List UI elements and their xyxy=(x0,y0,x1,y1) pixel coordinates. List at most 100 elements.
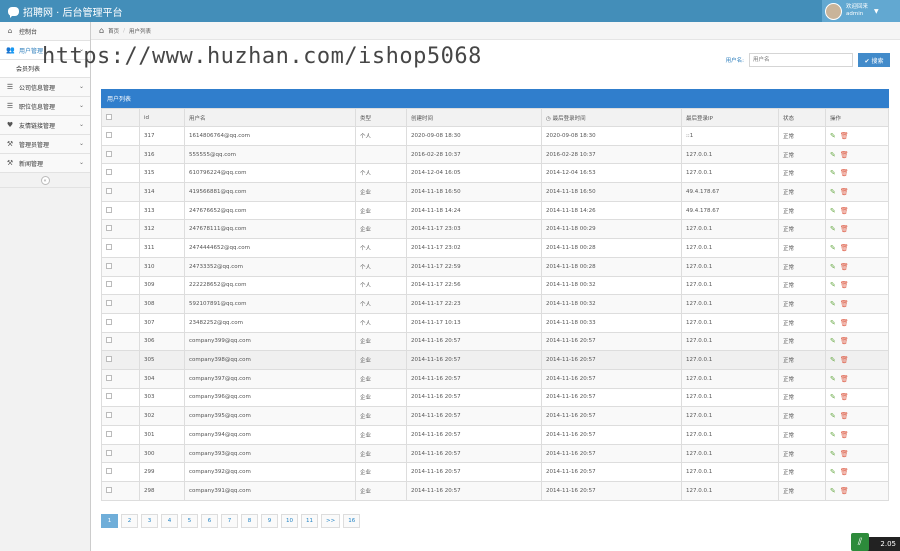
col-last-login[interactable]: ◷ 最后登录时间 xyxy=(541,108,682,127)
table-row[interactable]: 309 222228652@qq.com 个人 2014-11-17 22:56 201… xyxy=(101,275,889,296)
table-row[interactable]: 306 company399@qq.com 企业 2014-11-16 20:57 20… xyxy=(101,331,889,352)
select-all-checkbox[interactable] xyxy=(106,113,112,120)
pencil-icon[interactable]: ✎ xyxy=(830,468,836,476)
row-checkbox[interactable] xyxy=(106,449,112,456)
row-select-cell[interactable] xyxy=(101,238,140,258)
trash-icon[interactable]: 🗑 xyxy=(840,151,849,159)
trash-icon[interactable]: 🗑 xyxy=(840,263,849,271)
page-link[interactable]: 2 xyxy=(121,514,138,528)
trash-icon[interactable]: 🗑 xyxy=(840,487,849,495)
row-checkbox[interactable] xyxy=(106,243,112,250)
sidebar-item-admins[interactable]: ⚒ 管理员管理 ⌄ xyxy=(0,135,90,154)
row-select-cell[interactable] xyxy=(101,443,140,464)
table-row[interactable]: 301 company394@qq.com 企业 2014-11-16 20:57 20… xyxy=(101,425,889,445)
pencil-icon[interactable]: ✎ xyxy=(830,225,836,233)
row-checkbox[interactable] xyxy=(106,430,112,437)
row-checkbox[interactable] xyxy=(106,300,112,307)
trash-icon[interactable]: 🗑 xyxy=(840,319,849,327)
trash-icon[interactable]: 🗑 xyxy=(840,188,849,196)
row-checkbox[interactable] xyxy=(106,131,112,138)
table-row[interactable]: 314 419566881@qq.com 企业 2014-11-18 16:50 201… xyxy=(101,182,889,202)
row-select-cell[interactable] xyxy=(101,368,140,389)
pencil-icon[interactable]: ✎ xyxy=(830,281,836,289)
table-row[interactable]: 312 247678111@qq.com 企业 2014-11-17 23:03 201… xyxy=(101,219,889,240)
row-select-cell[interactable] xyxy=(101,387,140,408)
trash-icon[interactable]: 🗑 xyxy=(840,169,849,177)
page-link[interactable]: 11 xyxy=(301,514,318,528)
page-link[interactable]: 4 xyxy=(161,514,178,528)
pencil-icon[interactable]: ✎ xyxy=(830,244,836,252)
trash-icon[interactable]: 🗑 xyxy=(840,412,849,420)
table-row[interactable]: 299 company392@qq.com 企业 2014-11-16 20:57 20… xyxy=(101,462,889,483)
pencil-icon[interactable]: ✎ xyxy=(830,151,836,159)
search-button[interactable]: ✔ 搜索 xyxy=(858,53,890,67)
row-select-cell[interactable] xyxy=(101,200,140,221)
table-row[interactable]: 298 company391@qq.com 企业 2014-11-16 20:57 20… xyxy=(101,481,889,501)
row-checkbox[interactable] xyxy=(106,281,112,288)
row-checkbox[interactable] xyxy=(106,356,112,363)
table-row[interactable]: 300 company393@qq.com 企业 2014-11-16 20:57 20… xyxy=(101,443,889,464)
table-row[interactable]: 313 247676652@qq.com 企业 2014-11-18 14:24 201… xyxy=(101,200,889,221)
page-link[interactable]: 8 xyxy=(241,514,258,528)
pencil-icon[interactable]: ✎ xyxy=(830,393,836,401)
table-row[interactable]: 307 23482252@qq.com 个人 2014-11-17 10:13 2014… xyxy=(101,312,889,333)
trash-icon[interactable]: 🗑 xyxy=(840,450,849,458)
page-link[interactable]: 16 xyxy=(343,514,361,528)
pencil-icon[interactable]: ✎ xyxy=(830,356,836,364)
row-checkbox[interactable] xyxy=(106,169,112,176)
trash-icon[interactable]: 🗑 xyxy=(840,300,849,308)
row-select-cell[interactable] xyxy=(101,294,140,314)
row-checkbox[interactable] xyxy=(106,337,112,344)
user-menu[interactable]: 欢迎回来 admin ▼ xyxy=(822,0,900,22)
row-select-cell[interactable] xyxy=(101,144,140,165)
row-select-cell[interactable] xyxy=(101,182,140,202)
breadcrumb-home[interactable]: 首页 xyxy=(108,27,119,35)
row-checkbox[interactable] xyxy=(106,412,112,419)
row-select-cell[interactable] xyxy=(101,462,140,483)
table-row[interactable]: 304 company397@qq.com 企业 2014-11-16 20:57 20… xyxy=(101,368,889,389)
pencil-icon[interactable]: ✎ xyxy=(830,487,836,495)
search-input[interactable] xyxy=(749,53,853,67)
trash-icon[interactable]: 🗑 xyxy=(840,132,849,140)
brand[interactable]: 招聘网 · 后台管理平台 xyxy=(8,4,123,19)
trash-icon[interactable]: 🗑 xyxy=(840,207,849,215)
row-select-cell[interactable] xyxy=(101,406,140,426)
trash-icon[interactable]: 🗑 xyxy=(840,431,849,439)
row-checkbox[interactable] xyxy=(106,150,112,157)
row-checkbox[interactable] xyxy=(106,318,112,325)
page-link[interactable]: 1 xyxy=(101,514,118,528)
select-all-cell[interactable] xyxy=(101,108,140,127)
row-checkbox[interactable] xyxy=(106,206,112,213)
trash-icon[interactable]: 🗑 xyxy=(840,375,849,383)
trash-icon[interactable]: 🗑 xyxy=(840,225,849,233)
table-row[interactable]: 308 592107891@qq.com 个人 2014-11-17 22:23 201… xyxy=(101,294,889,314)
row-checkbox[interactable] xyxy=(106,262,112,269)
pencil-icon[interactable]: ✎ xyxy=(830,450,836,458)
page-link[interactable]: 7 xyxy=(221,514,238,528)
trash-icon[interactable]: 🗑 xyxy=(840,244,849,252)
pencil-icon[interactable]: ✎ xyxy=(830,319,836,327)
row-checkbox[interactable] xyxy=(106,225,112,232)
row-checkbox[interactable] xyxy=(106,393,112,400)
row-checkbox[interactable] xyxy=(106,187,112,194)
pencil-icon[interactable]: ✎ xyxy=(830,207,836,215)
row-select-cell[interactable] xyxy=(101,126,140,146)
table-row[interactable]: 302 company395@qq.com 企业 2014-11-16 20:57 20… xyxy=(101,406,889,426)
trash-icon[interactable]: 🗑 xyxy=(840,281,849,289)
sidebar-item-links[interactable]: ♥ 友情链接管理 ⌄ xyxy=(0,116,90,135)
table-row[interactable]: 315 610796224@qq.com 个人 2014-12-04 16:05 201… xyxy=(101,163,889,184)
pencil-icon[interactable]: ✎ xyxy=(830,431,836,439)
page-link[interactable]: 6 xyxy=(201,514,218,528)
pencil-icon[interactable]: ✎ xyxy=(830,337,836,345)
row-select-cell[interactable] xyxy=(101,312,140,333)
pencil-icon[interactable]: ✎ xyxy=(830,412,836,420)
pencil-icon[interactable]: ✎ xyxy=(830,300,836,308)
table-row[interactable]: 310 24733352@qq.com 个人 2014-11-17 22:59 2014… xyxy=(101,256,889,277)
table-row[interactable]: 305 company398@qq.com 企业 2014-11-16 20:57 20… xyxy=(101,350,889,370)
pencil-icon[interactable]: ✎ xyxy=(830,188,836,196)
sidebar-item-dashboard[interactable]: ⌂ 控制台 xyxy=(0,22,90,41)
pencil-icon[interactable]: ✎ xyxy=(830,263,836,271)
pencil-icon[interactable]: ✎ xyxy=(830,169,836,177)
row-select-cell[interactable] xyxy=(101,331,140,352)
row-select-cell[interactable] xyxy=(101,275,140,296)
